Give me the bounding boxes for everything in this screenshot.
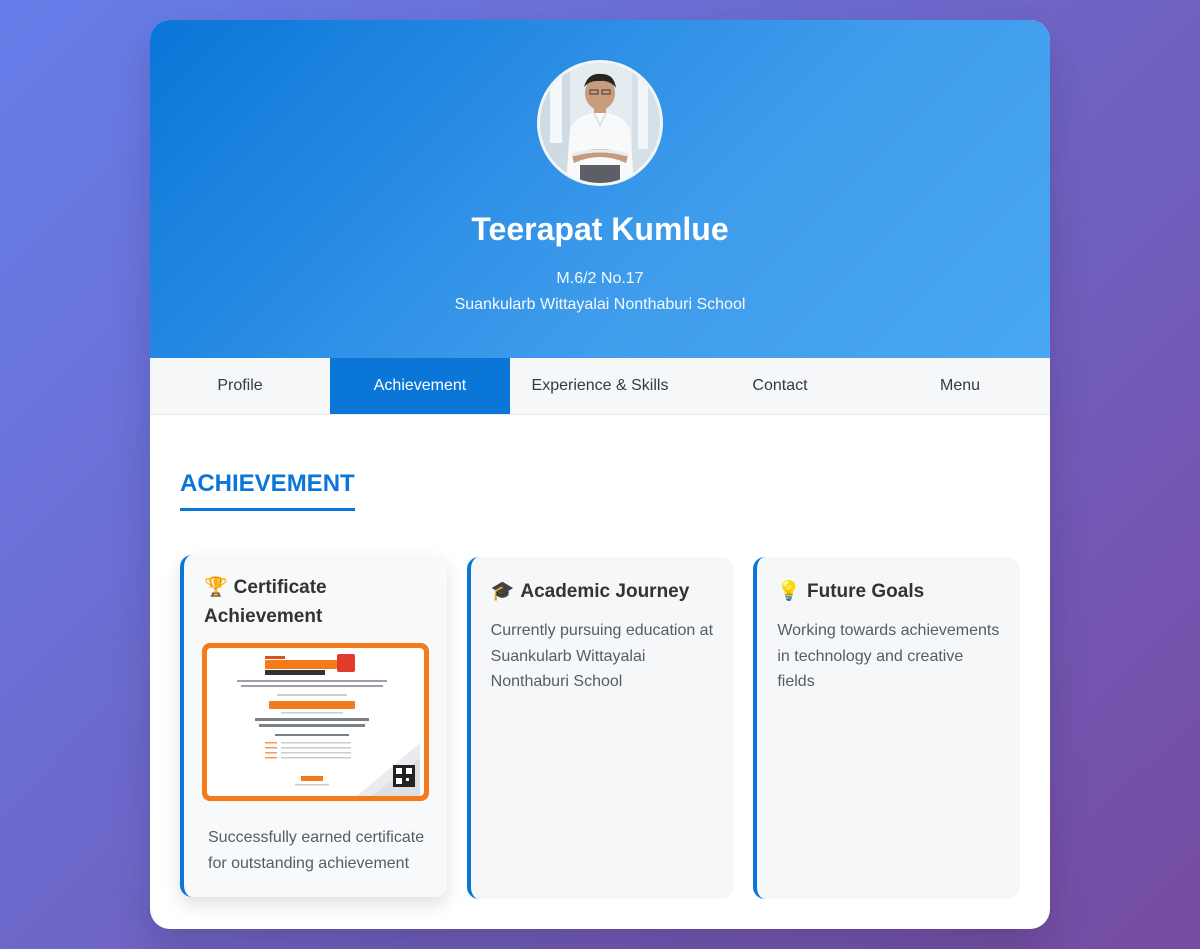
academic-journey-title-text: Academic Journey — [520, 581, 690, 602]
certificate-card-title: 🏆 Certificate Achievement — [204, 573, 427, 631]
achievement-cards: 🏆 Certificate Achievement Successfully e… — [180, 555, 1021, 899]
lightbulb-icon: 💡 — [777, 581, 802, 602]
future-goals-title: 💡 Future Goals — [777, 577, 1000, 606]
tab-experience-skills[interactable]: Experience & Skills — [510, 358, 690, 414]
academic-journey-description: Currently pursuing education at Suankula… — [490, 622, 714, 690]
profile-name: Teerapat Kumlue — [471, 211, 729, 247]
future-goals-card[interactable]: 💡 Future Goals Working towards achievemen… — [753, 557, 1021, 899]
profile-header: Teerapat Kumlue M.6/2 No.17 Suankularb W… — [150, 20, 1050, 358]
trophy-icon: 🏆 — [204, 577, 228, 598]
tab-menu[interactable]: Menu — [870, 358, 1050, 414]
avatar — [537, 60, 663, 186]
certificate-card-description: Successfully earned certificate for outs… — [208, 829, 425, 872]
academic-journey-card[interactable]: 🎓 Academic Journey Currently pursuing edu… — [466, 557, 734, 899]
section-title: ACHIEVEMENT — [180, 470, 355, 511]
future-goals-description: Working towards achievements in technolo… — [777, 622, 1000, 690]
avatar-photo — [540, 63, 660, 183]
certificate-image[interactable] — [202, 643, 429, 801]
graduation-cap-icon: 🎓 — [490, 581, 515, 602]
certificate-graphic — [207, 648, 420, 796]
academic-journey-title: 🎓 Academic Journey — [491, 577, 714, 606]
profile-card: Teerapat Kumlue M.6/2 No.17 Suankularb W… — [150, 20, 1050, 929]
tab-achievement[interactable]: Achievement — [330, 358, 510, 414]
future-goals-title-text: Future Goals — [807, 581, 925, 602]
main-nav: Profile Achievement Experience & Skills … — [150, 358, 1050, 415]
tab-profile[interactable]: Profile — [150, 358, 330, 414]
class-info: M.6/2 No.17 — [556, 270, 644, 287]
certificate-card[interactable]: 🏆 Certificate Achievement Successfully e… — [180, 555, 447, 897]
school-name: Suankularb Wittayalai Nonthaburi School — [454, 296, 746, 313]
certificate-document — [207, 648, 424, 796]
tab-contact[interactable]: Contact — [690, 358, 870, 414]
